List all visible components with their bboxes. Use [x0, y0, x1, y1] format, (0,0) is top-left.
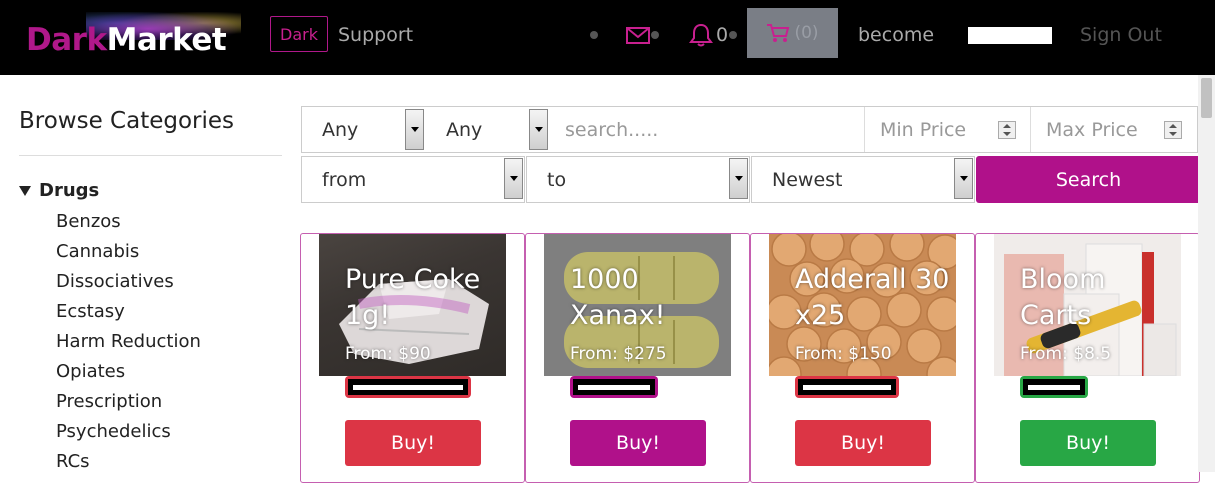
product-price: From: $90 — [345, 344, 431, 364]
search-input[interactable]: search..... — [550, 107, 864, 152]
triangle-down-icon — [19, 185, 31, 196]
redacted-username — [968, 27, 1052, 44]
max-price-stepper[interactable] — [1164, 121, 1182, 139]
category-drugs[interactable]: Drugs — [19, 180, 99, 201]
mail-icon[interactable] — [626, 25, 652, 47]
select-any-1-value: Any — [322, 118, 359, 141]
subcategory-dissociatives[interactable]: Dissociatives — [56, 270, 201, 300]
cart-button[interactable]: (0) — [747, 8, 838, 58]
vendor-badge — [795, 376, 899, 398]
redacted-vendor-name — [348, 379, 468, 395]
filter-row-1: Any Any search..... Min Price Max Price — [301, 106, 1198, 153]
sign-out-link[interactable]: Sign Out — [1080, 24, 1162, 46]
product-price: From: $150 — [795, 344, 892, 364]
browse-categories-heading: Browse Categories — [19, 108, 235, 134]
subcategory-benzos[interactable]: Benzos — [56, 210, 201, 240]
product-title: 1000 Xanax! — [570, 264, 666, 331]
chevron-down-icon[interactable] — [954, 158, 973, 199]
vendor-badge — [345, 376, 471, 398]
select-from-value: from — [322, 168, 367, 191]
subcategory-rcs[interactable]: RCs — [56, 450, 201, 480]
max-price-placeholder: Max Price — [1046, 118, 1138, 141]
filter-row-2: from to Newest Search — [301, 156, 1201, 203]
select-sort-value: Newest — [772, 168, 843, 191]
subcategory-psychedelics[interactable]: Psychedelics — [56, 420, 201, 450]
page-scrollbar[interactable] — [1198, 75, 1215, 472]
search-button[interactable]: Search — [976, 156, 1201, 203]
scrollbar-thumb[interactable] — [1201, 78, 1212, 118]
redacted-vendor-name — [798, 379, 896, 395]
become-vendor-link[interactable]: become — [858, 24, 934, 46]
select-to[interactable]: to — [526, 156, 750, 203]
logo-text: DarkMarket — [26, 22, 227, 58]
buy-button[interactable]: Buy! — [1020, 420, 1156, 466]
chevron-down-icon[interactable] — [529, 109, 548, 150]
subcategory-opiates[interactable]: Opiates — [56, 360, 201, 390]
buy-button[interactable]: Buy! — [795, 420, 931, 466]
cart-icon — [767, 24, 790, 42]
chevron-down-icon[interactable] — [405, 109, 424, 150]
product-title: Bloom Carts — [1020, 264, 1106, 331]
drugs-subcategory-list: Benzos Cannabis Dissociatives Ecstasy Ha… — [56, 210, 201, 480]
buy-button[interactable]: Buy! — [345, 420, 481, 466]
product-title: Adderall 30 x25 — [795, 264, 950, 331]
subcategory-cannabis[interactable]: Cannabis — [56, 240, 201, 270]
top-navbar: DarkMarket Dark Support 0 (0) become Sig… — [0, 0, 1215, 75]
product-price: From: $8.5 — [1020, 344, 1112, 364]
product-image-overlay: Bloom Carts From: $8.5 — [994, 234, 1181, 376]
separator-dot — [590, 31, 598, 39]
min-price-placeholder: Min Price — [880, 118, 967, 141]
product-card[interactable]: Bloom Carts From: $8.5 Buy! — [975, 233, 1200, 483]
min-price-stepper[interactable] — [998, 121, 1016, 139]
cart-count: (0) — [794, 23, 819, 43]
select-sort[interactable]: Newest — [751, 156, 975, 203]
product-image-overlay: Adderall 30 x25 From: $150 — [769, 234, 956, 376]
product-card[interactable]: 1000 Xanax! From: $275 Buy! — [525, 233, 750, 483]
separator-dot — [729, 31, 737, 39]
support-link[interactable]: Support — [338, 24, 413, 46]
product-image-overlay: Pure Coke 1g! From: $90 — [319, 234, 506, 376]
select-any-2-value: Any — [446, 118, 483, 141]
logo-market-text: Market — [106, 22, 227, 58]
sidebar-divider — [19, 155, 282, 156]
buy-button[interactable]: Buy! — [570, 420, 706, 466]
product-image-overlay: 1000 Xanax! From: $275 — [544, 234, 731, 376]
notification-count: 0 — [716, 24, 729, 46]
subcategory-prescription[interactable]: Prescription — [56, 390, 201, 420]
logo-dark-text: Dark — [26, 22, 107, 58]
chevron-down-icon[interactable] — [504, 158, 523, 199]
dark-theme-button[interactable]: Dark — [270, 16, 328, 52]
bell-icon[interactable] — [688, 22, 714, 48]
product-price: From: $275 — [570, 344, 667, 364]
product-title: Pure Coke 1g! — [345, 264, 481, 331]
product-card[interactable]: Pure Coke 1g! From: $90 Buy! — [300, 233, 525, 483]
redacted-vendor-name — [573, 379, 655, 395]
redacted-vendor-name — [1023, 379, 1085, 395]
category-drugs-label: Drugs — [39, 180, 100, 201]
darkmarket-logo[interactable]: DarkMarket — [26, 12, 241, 62]
vendor-badge — [570, 376, 658, 398]
separator-dot — [651, 31, 659, 39]
subcategory-ecstasy[interactable]: Ecstasy — [56, 300, 201, 330]
search-input-placeholder: search..... — [565, 118, 659, 141]
select-to-value: to — [547, 168, 567, 191]
chevron-down-icon[interactable] — [729, 158, 748, 199]
select-from[interactable]: from — [301, 156, 525, 203]
vendor-badge — [1020, 376, 1088, 398]
subcategory-harm-reduction[interactable]: Harm Reduction — [56, 330, 201, 360]
product-card[interactable]: Adderall 30 x25 From: $150 Buy! — [750, 233, 975, 483]
